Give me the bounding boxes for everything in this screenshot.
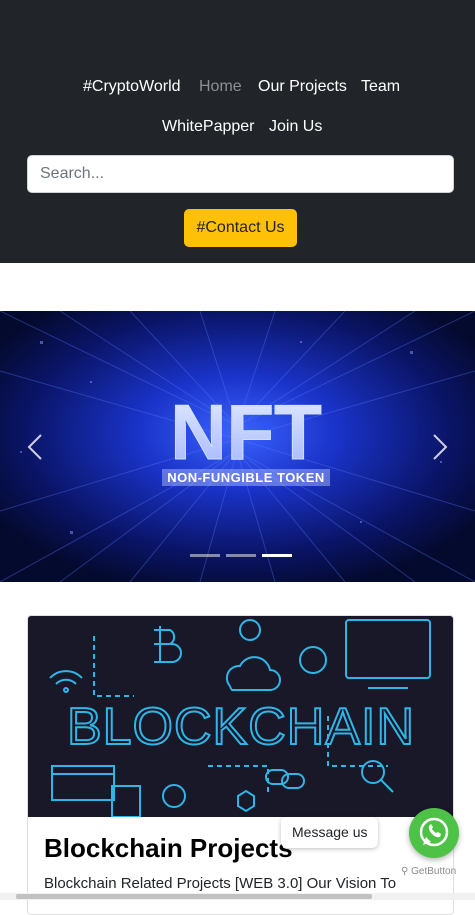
getbutton-logo-icon: ⚲ (401, 866, 409, 877)
brand-link[interactable]: #CryptoWorld (83, 78, 181, 96)
chevron-right-icon (433, 434, 448, 460)
carousel-slide-image: NFT NON-FUNGIBLE TOKEN (0, 311, 475, 582)
blockchain-project-card: BLOCKCHAIN Blockchain Projects Blockchai… (27, 615, 454, 915)
carousel-next-button[interactable] (421, 427, 461, 467)
card-text: Blockchain Related Projects [WEB 3.0] Ou… (44, 875, 397, 892)
carousel-indicator-2[interactable] (226, 554, 256, 557)
slide-title: NFT (170, 388, 322, 476)
card-title: Blockchain Projects (44, 833, 293, 863)
whatsapp-button[interactable] (409, 808, 459, 858)
getbutton-label: GetButton (411, 866, 457, 877)
blockchain-image-text: BLOCKCHAIN (67, 698, 415, 756)
getbutton-credit[interactable]: ⚲ GetButton (401, 866, 456, 877)
search-input[interactable] (27, 155, 454, 193)
message-us-bubble[interactable]: Message us (281, 817, 379, 848)
carousel-indicator-1[interactable] (190, 554, 220, 557)
nav-link-team[interactable]: Team (361, 78, 400, 96)
whatsapp-icon (419, 817, 449, 847)
carousel-indicator-3[interactable] (262, 554, 292, 557)
carousel-prev-button[interactable] (14, 427, 54, 467)
scrollbar-thumb[interactable] (16, 894, 372, 899)
hero-carousel: NFT NON-FUNGIBLE TOKEN (0, 311, 475, 582)
blockchain-card-image: BLOCKCHAIN (28, 616, 453, 818)
nav-link-join-us[interactable]: Join Us (269, 118, 322, 136)
navbar: #CryptoWorld Home Our Projects Team Whit… (0, 0, 475, 263)
chevron-left-icon (27, 434, 42, 460)
slide-subtitle: NON-FUNGIBLE TOKEN (167, 470, 325, 485)
horizontal-scrollbar[interactable] (0, 893, 475, 900)
nav-link-our-projects[interactable]: Our Projects (258, 78, 347, 96)
blockchain-illustration: BLOCKCHAIN (49, 619, 431, 818)
nav-link-whitepaper[interactable]: WhitePapper (162, 118, 255, 136)
contact-us-button[interactable]: #Contact Us (184, 209, 297, 247)
nav-link-home[interactable]: Home (199, 78, 242, 96)
